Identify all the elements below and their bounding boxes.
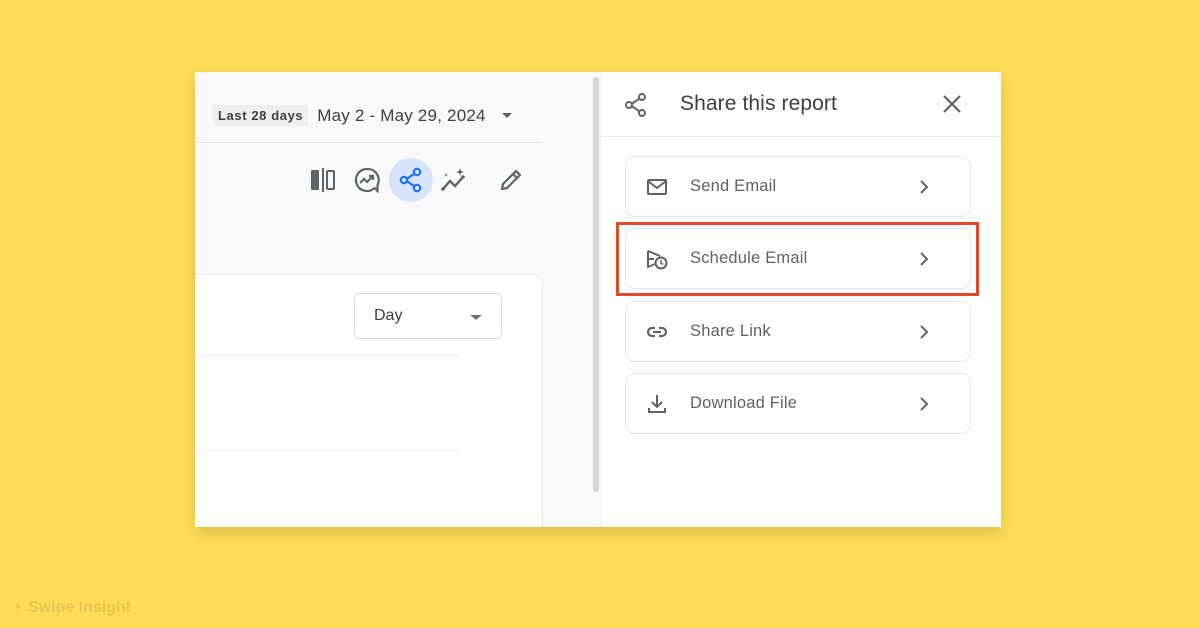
share-button[interactable] [389, 158, 433, 202]
share-icon [399, 167, 422, 193]
smart-insights-button[interactable] [433, 158, 477, 202]
insights-icon [354, 167, 380, 193]
edit-button[interactable] [489, 158, 533, 202]
share-panel-title: Share this report [680, 92, 837, 115]
share-panel-header: Share this report [601, 72, 1001, 137]
share-icon [625, 93, 646, 117]
option-label: Share Link [690, 322, 771, 340]
close-button[interactable] [940, 92, 964, 116]
date-range-text: May 2 - May 29, 2024 [317, 105, 486, 125]
edit-icon [500, 169, 522, 191]
insights-button[interactable] [345, 158, 389, 202]
send-email-option[interactable]: Send Email [625, 156, 971, 217]
watermark: Swipe Insight [12, 599, 131, 617]
sparkle-trend-icon [441, 168, 465, 191]
app-window: Last 28 days May 2 - May 29, 2024 Day Sh… [195, 72, 1001, 527]
share-panel: Share this report Send Email Schedule Em… [600, 72, 1001, 527]
report-area: Last 28 days May 2 - May 29, 2024 Day [195, 72, 599, 527]
granularity-select[interactable]: Day [354, 293, 502, 339]
dropdown-caret-icon[interactable] [501, 113, 512, 118]
schedule-send-icon [647, 250, 668, 270]
granularity-value: Day [374, 307, 403, 324]
scrollbar[interactable] [593, 77, 599, 492]
chevron-right-icon [920, 397, 929, 411]
option-label: Download File [690, 394, 798, 412]
option-label: Schedule Email [690, 249, 808, 267]
schedule-email-option[interactable]: Schedule Email [625, 228, 971, 289]
dropdown-caret-icon [470, 315, 482, 320]
date-range-picker[interactable]: Last 28 days May 2 - May 29, 2024 [213, 105, 512, 126]
watermark-text: Swipe Insight [28, 599, 132, 616]
swipe-insight-logo-icon [14, 600, 22, 616]
date-preset-chip: Last 28 days [213, 105, 309, 126]
report-toolbar [301, 158, 533, 202]
option-label: Send Email [690, 177, 777, 195]
download-file-option[interactable]: Download File [625, 373, 971, 434]
chart-card: Day [195, 274, 543, 527]
link-icon [646, 326, 668, 338]
compare-icon [311, 168, 335, 192]
chevron-right-icon [920, 325, 929, 339]
mail-icon [647, 179, 667, 195]
divider [195, 142, 542, 143]
compare-button[interactable] [301, 158, 345, 202]
divider [195, 450, 460, 451]
chevron-right-icon [920, 180, 929, 194]
close-icon [943, 95, 961, 113]
chevron-right-icon [920, 252, 929, 266]
divider [195, 355, 460, 356]
share-link-option[interactable]: Share Link [625, 301, 971, 362]
download-icon [648, 395, 666, 413]
